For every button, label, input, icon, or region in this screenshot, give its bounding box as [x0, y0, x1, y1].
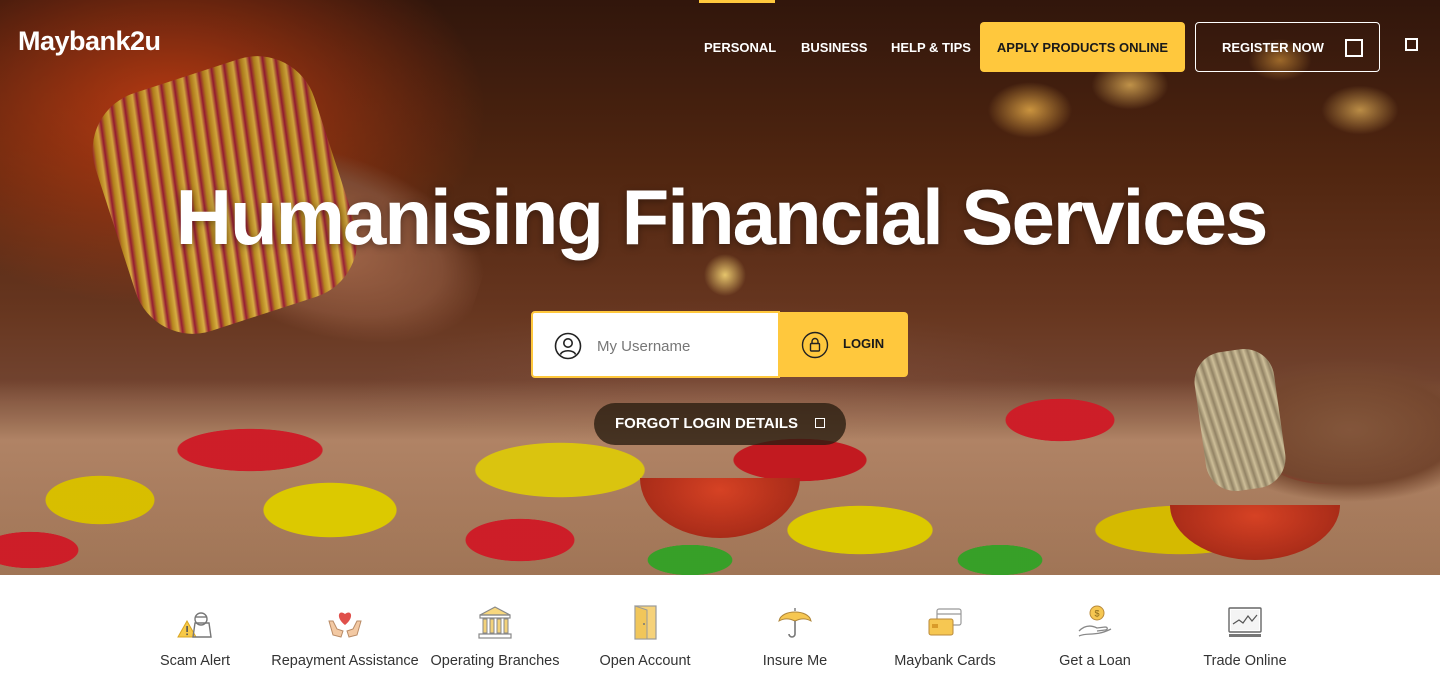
- quick-link-label: Get a Loan: [1059, 653, 1131, 669]
- square-icon: [1345, 39, 1363, 57]
- quick-link-label: Operating Branches: [430, 653, 560, 669]
- quick-link-label: Trade Online: [1203, 653, 1287, 669]
- user-icon: [554, 332, 582, 360]
- menu-square-icon[interactable]: [1405, 38, 1418, 51]
- cards-icon: [928, 608, 962, 636]
- quick-link-label: Open Account: [599, 653, 691, 669]
- quick-link-trade-online[interactable]: Trade Online: [1165, 603, 1325, 669]
- apply-products-online-button[interactable]: APPLY PRODUCTS ONLINE: [980, 22, 1185, 72]
- hero-headline: Humanising Financial Services: [175, 173, 1269, 261]
- quick-link-label: Maybank Cards: [894, 653, 996, 669]
- register-now-label: REGISTER NOW: [1222, 39, 1324, 55]
- quick-link-label: Scam Alert: [159, 653, 231, 669]
- quick-link-label: Repayment Assistance: [271, 653, 419, 669]
- svg-text:$: $: [1094, 609, 1099, 619]
- heart-hands-icon: [328, 612, 362, 638]
- quick-link-label: Insure Me: [762, 653, 828, 669]
- username-input[interactable]: [597, 331, 767, 361]
- scam-alert-icon: [177, 612, 212, 638]
- quick-link-get-a-loan[interactable]: $ Get a Loan: [1015, 603, 1175, 669]
- forgot-login-label: FORGOT LOGIN DETAILS: [615, 415, 799, 432]
- login-button[interactable]: LOGIN: [780, 312, 908, 377]
- maybank2u-logo[interactable]: Maybank2u: [18, 26, 161, 57]
- lock-icon: [801, 331, 829, 359]
- nav-active-indicator: [699, 0, 775, 3]
- monitor-chart-icon: [1228, 607, 1262, 637]
- forgot-login-details-button[interactable]: FORGOT LOGIN DETAILS: [594, 403, 846, 445]
- quick-link-maybank-cards[interactable]: Maybank Cards: [865, 603, 1025, 669]
- register-now-button[interactable]: REGISTER NOW: [1195, 22, 1380, 72]
- nav-help-tips[interactable]: HELP & TIPS: [891, 40, 971, 55]
- quick-link-open-account[interactable]: Open Account: [565, 603, 725, 669]
- login-label: LOGIN: [843, 336, 885, 351]
- bank-building-icon: [478, 606, 512, 639]
- coin-hand-icon: $: [1078, 605, 1112, 637]
- square-icon: [815, 418, 825, 428]
- nav-business[interactable]: BUSINESS: [801, 40, 867, 55]
- nav-personal[interactable]: PERSONAL: [704, 40, 776, 55]
- umbrella-icon: [778, 608, 812, 638]
- door-icon: [634, 605, 657, 640]
- quick-link-repayment-assistance[interactable]: Repayment Assistance: [265, 603, 425, 669]
- hero-banner: [0, 0, 1440, 575]
- username-field-container: [531, 311, 780, 378]
- quick-link-scam-alert[interactable]: Scam Alert: [115, 603, 275, 669]
- quick-link-operating-branches[interactable]: Operating Branches: [415, 603, 575, 669]
- quick-link-insure-me[interactable]: Insure Me: [715, 603, 875, 669]
- quick-links-bar: Scam Alert Repayment Assistance Operatin…: [0, 575, 1440, 690]
